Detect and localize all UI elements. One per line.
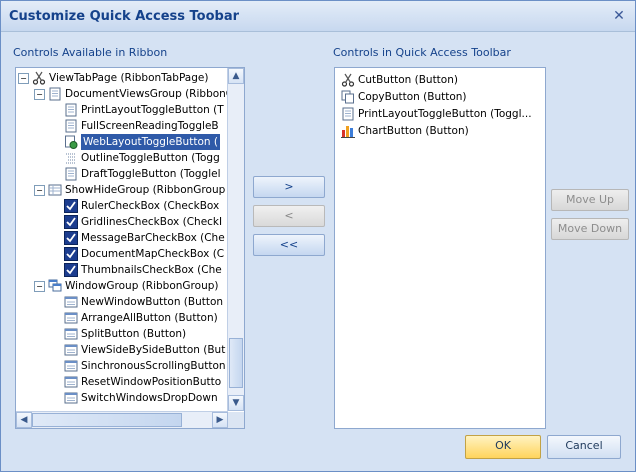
ribbon-controls-tree[interactable]: − ViewTabPage (RibbonTabPage) − DocumentVie…	[15, 67, 245, 429]
qat-item-label: CutButton (Button)	[358, 74, 458, 86]
checkbox-icon	[64, 247, 78, 261]
tree-item-label: SwitchWindowsDropDown	[81, 392, 218, 404]
tree-item[interactable]: RulerCheckBox (CheckBox	[60, 198, 227, 214]
tree-vertical-scrollbar[interactable]: ▲ ▼	[227, 68, 244, 411]
tree-item-label: MessageBarCheckBox (Che	[81, 232, 225, 244]
page-icon	[48, 87, 62, 101]
tree-item[interactable]: GridlinesCheckBox (CheckI	[60, 214, 227, 230]
qat-controls-list[interactable]: CutButton (Button) CopyButton (Button) Pri…	[334, 67, 546, 429]
qat-list-item[interactable]: CutButton (Button)	[341, 72, 536, 88]
side-by-side-icon	[64, 343, 78, 357]
dialog-title: Customize Quick Access Toobar	[9, 9, 240, 24]
tree-item[interactable]: SinchronousScrollingButton	[60, 358, 227, 374]
page-icon	[64, 167, 78, 181]
checkbox-icon	[64, 231, 78, 245]
qat-list-item[interactable]: PrintLayoutToggleButton (Toggl...	[341, 106, 536, 122]
tree-item[interactable]: PrintLayoutToggleButton (T	[60, 102, 227, 118]
tree-item-label: RulerCheckBox (CheckBox	[81, 200, 220, 212]
tree-item-label: FullScreenReadingToggleB	[81, 120, 219, 132]
scissors-icon	[32, 71, 46, 85]
scroll-corner	[228, 412, 244, 428]
switch-windows-icon	[64, 391, 78, 405]
title-bar: Customize Quick Access Toobar ✕	[1, 1, 635, 32]
qat-list-item[interactable]: ChartButton (Button)	[341, 123, 536, 139]
tree-item[interactable]: ThumbnailsCheckBox (Che	[60, 262, 227, 278]
add-button[interactable]: >	[253, 176, 325, 198]
tree-item-label: ThumbnailsCheckBox (Che	[81, 264, 222, 276]
tree-item-label: WindowGroup (RibbonGroup)	[65, 280, 219, 292]
tree-item[interactable]: FullScreenReadingToggleB	[60, 118, 227, 134]
page-icon	[64, 103, 78, 117]
tree-item-label: WebLayoutToggleButton (	[81, 134, 220, 150]
tree-item[interactable]: ArrangeAllButton (Button)	[60, 310, 227, 326]
tree-item-label: DocumentViewsGroup (RibbonG	[65, 88, 234, 100]
qat-list-item[interactable]: CopyButton (Button)	[341, 89, 536, 105]
tree-item[interactable]: ViewTabPage (RibbonTabPage)	[28, 70, 227, 86]
scroll-right-icon[interactable]: ▶	[212, 412, 228, 428]
scroll-left-icon[interactable]: ◀	[16, 412, 32, 428]
horizontal-scroll-thumb[interactable]	[32, 413, 182, 427]
split-icon	[64, 327, 78, 341]
tree-item[interactable]: SwitchWindowsDropDown	[60, 390, 227, 406]
move-down-button[interactable]: Move Down	[551, 218, 629, 240]
move-up-button[interactable]: Move Up	[551, 189, 629, 211]
tree-item[interactable]: ShowHideGroup (RibbonGroup	[44, 182, 227, 198]
remove-button[interactable]: <	[253, 205, 325, 227]
tree-item[interactable]: WindowGroup (RibbonGroup)	[44, 278, 227, 294]
arrange-icon	[64, 311, 78, 325]
tree-item[interactable]: SplitButton (Button)	[60, 326, 227, 342]
tree-item-label: DocumentMapCheckBox (C	[81, 248, 225, 260]
available-controls-label: Controls Available in Ribbon	[13, 46, 168, 59]
customize-qat-dialog: Customize Quick Access Toobar ✕ Controls…	[0, 0, 636, 472]
tree-item-label: ShowHideGroup (RibbonGroup	[65, 184, 226, 196]
tree-horizontal-scrollbar[interactable]: ◀ ▶	[16, 411, 228, 428]
page-icon	[64, 119, 78, 133]
cancel-button[interactable]: Cancel	[547, 435, 621, 459]
qat-controls-label: Controls in Quick Access Toolbar	[333, 46, 511, 59]
qat-item-label: CopyButton (Button)	[358, 91, 467, 103]
chart-icon	[341, 124, 355, 138]
new-window-icon	[64, 295, 78, 309]
qat-item-label: PrintLayoutToggleButton (Toggl...	[358, 108, 532, 120]
tree-item-label: SplitButton (Button)	[81, 328, 187, 340]
tree-item[interactable]: DraftToggleButton (Togglel	[60, 166, 227, 182]
grid-icon	[48, 183, 62, 197]
scissors-icon	[341, 73, 355, 87]
tree-item[interactable]: OutlineToggleButton (Togg	[60, 150, 227, 166]
tree-item[interactable]: DocumentMapCheckBox (C	[60, 246, 227, 262]
tree-item-label: SinchronousScrollingButton	[81, 360, 226, 372]
close-icon[interactable]: ✕	[611, 8, 627, 24]
remove-all-button[interactable]: <<	[253, 234, 325, 256]
vertical-scroll-thumb[interactable]	[229, 338, 243, 388]
scroll-up-icon[interactable]: ▲	[228, 68, 244, 84]
copy-icon	[341, 90, 355, 104]
windows-icon	[48, 279, 62, 293]
checkbox-icon	[64, 263, 78, 277]
tree-item[interactable]: NewWindowButton (Button	[60, 294, 227, 310]
tree-item-label: ResetWindowPositionButto	[81, 376, 222, 388]
tree-item[interactable]: MessageBarCheckBox (Che	[60, 230, 227, 246]
tree-item-label: NewWindowButton (Button	[81, 296, 224, 308]
tree-item-label: ViewSideBySideButton (But	[81, 344, 226, 356]
tree-item-label: DraftToggleButton (Togglel	[81, 168, 221, 180]
checkbox-icon	[64, 215, 78, 229]
tree-item-label: GridlinesCheckBox (CheckI	[81, 216, 223, 228]
tree-item-label: ViewTabPage (RibbonTabPage)	[49, 72, 209, 84]
checkbox-icon	[64, 199, 78, 213]
tree-item[interactable]: WebLayoutToggleButton (	[60, 134, 227, 150]
globe-page-icon	[64, 135, 78, 149]
tree-item-label: ArrangeAllButton (Button)	[81, 312, 218, 324]
tree-item[interactable]: DocumentViewsGroup (RibbonG	[44, 86, 234, 102]
outline-icon	[64, 151, 78, 165]
sync-scroll-icon	[64, 359, 78, 373]
tree-item-label: OutlineToggleButton (Togg	[81, 152, 220, 164]
tree-item[interactable]: ResetWindowPositionButto	[60, 374, 227, 390]
qat-item-label: ChartButton (Button)	[358, 125, 469, 137]
reset-window-icon	[64, 375, 78, 389]
tree-item[interactable]: ViewSideBySideButton (But	[60, 342, 227, 358]
scroll-down-icon[interactable]: ▼	[228, 395, 244, 411]
page-icon	[341, 107, 355, 121]
ok-button[interactable]: OK	[465, 435, 541, 459]
tree-item-label: PrintLayoutToggleButton (T	[81, 104, 224, 116]
